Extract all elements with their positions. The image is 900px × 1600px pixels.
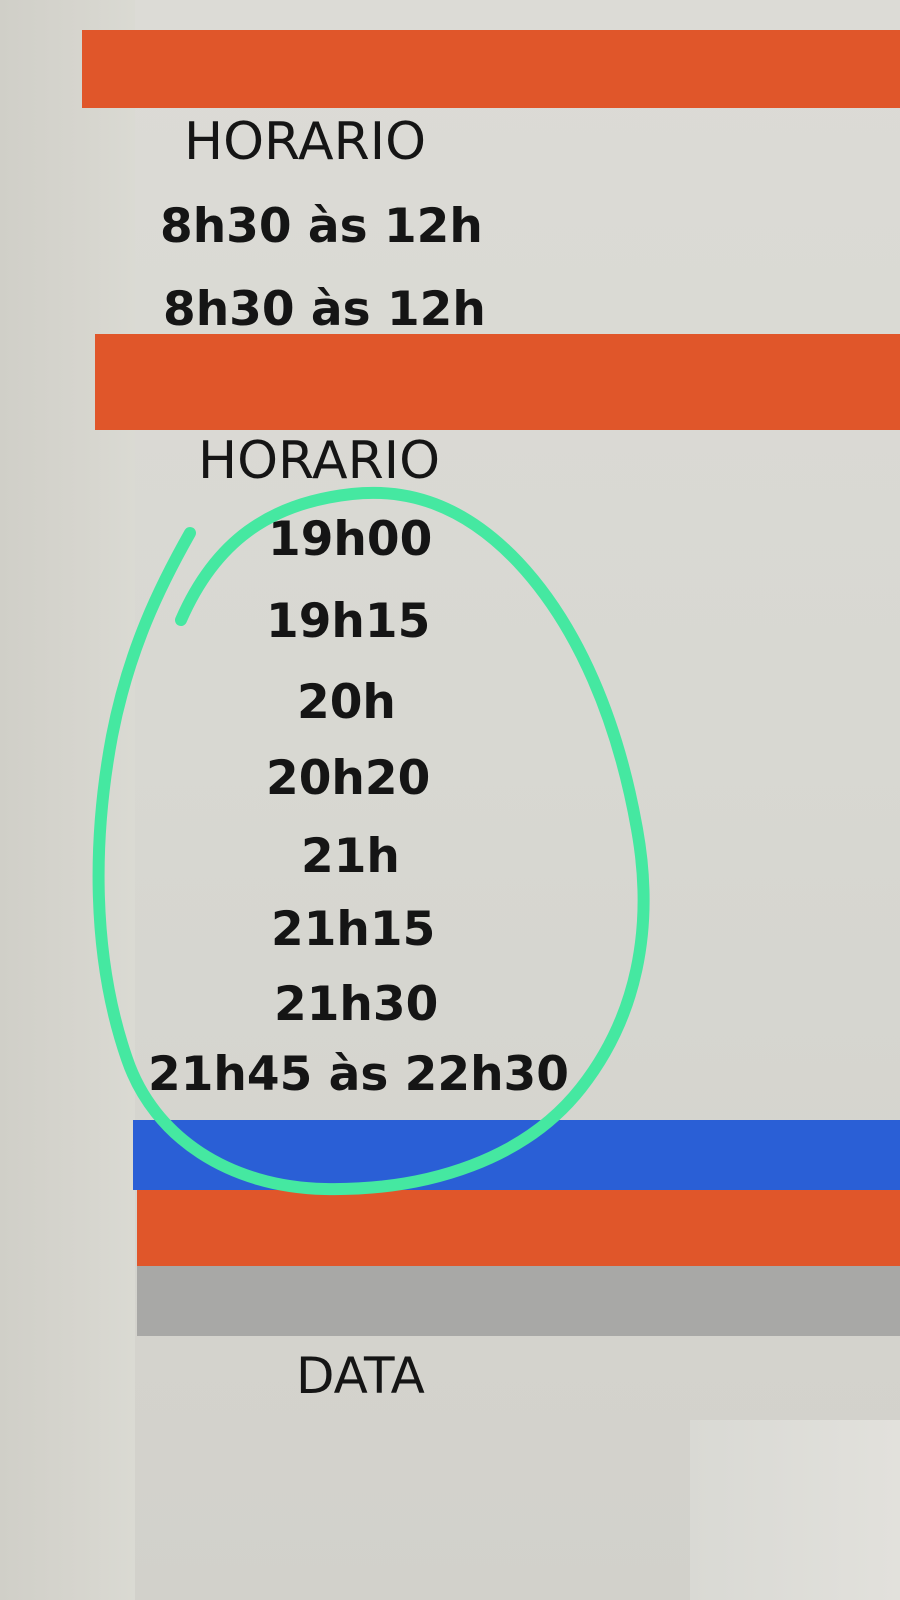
time-entry: 20h20 (266, 751, 431, 806)
orange-band-lower (137, 1190, 900, 1266)
time-entry: 21h45 às 22h30 (148, 1047, 569, 1102)
date-header: DATA (296, 1347, 425, 1405)
table-screenshot: HORARIO 8h30 às 12h 8h30 às 12h HORARIO … (0, 0, 900, 1600)
schedule-header-1: HORARIO (184, 112, 427, 172)
right-table-column (690, 1420, 900, 1600)
time-entry: 21h30 (274, 977, 439, 1032)
time-entry: 19h00 (268, 512, 433, 567)
orange-band-middle (95, 334, 900, 430)
time-entry: 21h15 (271, 902, 436, 957)
schedule-header-2: HORARIO (198, 431, 441, 491)
orange-band-top (82, 30, 900, 108)
time-entry: 8h30 às 12h (163, 282, 486, 337)
time-entry: 19h15 (266, 594, 431, 649)
blue-band (133, 1120, 900, 1190)
time-entry: 8h30 às 12h (160, 199, 483, 254)
gray-band (137, 1266, 900, 1336)
time-entry: 21h (301, 829, 400, 884)
time-entry: 20h (297, 675, 396, 730)
